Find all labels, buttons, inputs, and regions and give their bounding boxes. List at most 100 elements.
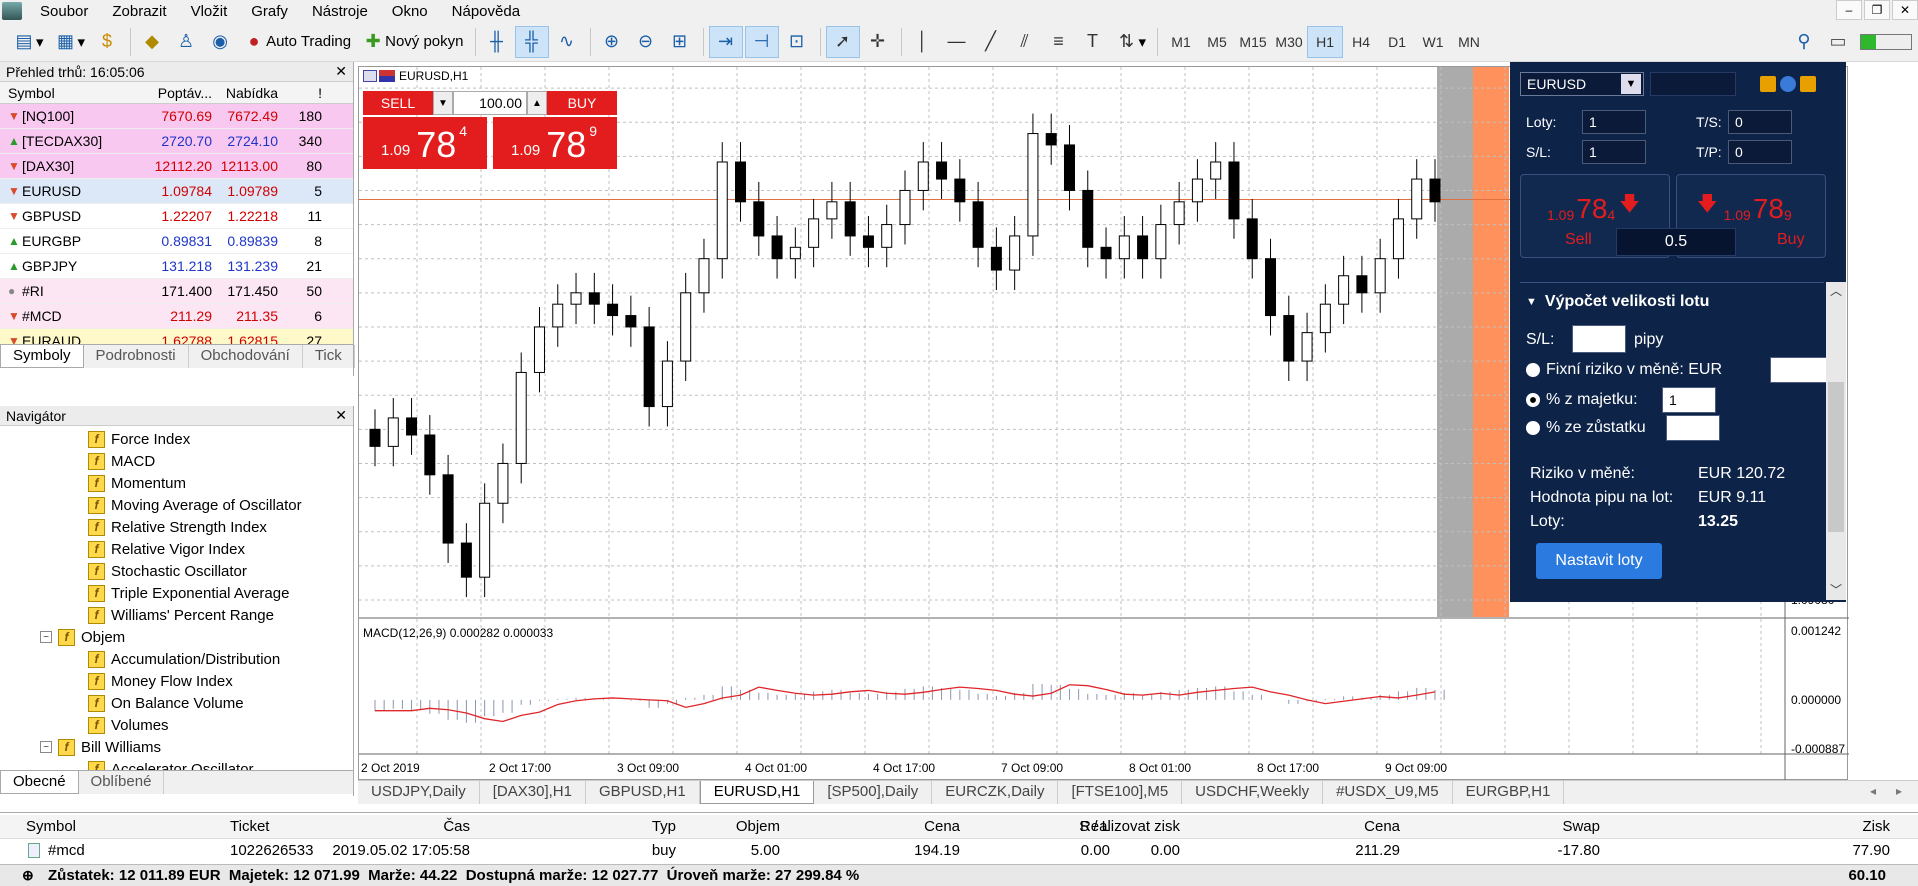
tp-gear-icon[interactable] [1780,76,1796,92]
market-watch-row[interactable]: ▼ #MCD 211.29 211.35 6 [0,304,353,329]
tp-pct-equity-radio[interactable] [1526,393,1540,407]
market-watch-row[interactable]: ▲ EURGBP 0.89831 0.89839 8 [0,229,353,254]
tf-m15[interactable]: M15 [1235,26,1271,58]
tf-d1[interactable]: D1 [1379,26,1415,58]
terminal-col-header[interactable]: Zisk [1863,818,1891,835]
navigator-item[interactable]: f Stochastic Oscillator [0,560,353,582]
terminal-button[interactable]: ♙ [170,26,202,58]
terminal-col-header[interactable]: Cena [1364,818,1400,835]
chart-shift-button[interactable]: ⊣ [744,25,779,58]
line-chart-button[interactable]: ∿ [551,26,583,58]
indicators-button[interactable]: ⊡ [781,26,813,58]
col-spread[interactable]: ! [278,85,326,101]
one-click-buy-button[interactable]: BUY [547,91,617,115]
navigator-item[interactable]: f Relative Strength Index [0,516,353,538]
menu-view[interactable]: Zobrazit [100,3,178,20]
trendline-button[interactable]: ╱ [975,26,1007,58]
navigator-item[interactable]: f Volumes [0,714,353,736]
tp-scrollbar[interactable]: ︿ ﹀ [1826,282,1846,600]
tf-mn[interactable]: MN [1451,26,1487,58]
chart-tab[interactable]: USDCHF,Weekly [1182,781,1324,804]
auto-scroll-button[interactable]: ⇥ [708,25,743,58]
terminal-col-header[interactable]: Swap [1562,818,1600,835]
vertical-line-button[interactable]: │ [907,26,939,58]
tab-favorites[interactable]: Oblíbené [79,771,165,794]
crosshair-button[interactable]: ✛ [862,26,894,58]
navigator-item[interactable]: f Accumulation/Distribution [0,648,353,670]
terminal-col-header[interactable]: Objem [736,818,780,835]
candlestick-button[interactable]: ╬ [514,25,549,58]
arrows-button[interactable]: ⇅ ▾ [1111,26,1151,58]
market-watch-row[interactable]: ▼ EURAUD 1.62788 1.62815 27 [0,329,353,344]
navigator-item[interactable]: f Money Flow Index [0,670,353,692]
col-ask[interactable]: Nabídka [212,85,278,101]
tp-tp-input[interactable]: 0 [1728,140,1792,164]
scroll-down-icon[interactable]: ﹀ [1826,581,1846,598]
sell-price-button[interactable]: 1.09 78 4 [363,117,487,169]
navigator-item[interactable]: f Accelerator Oscillator [0,758,353,770]
lot-down-button[interactable]: ▼ [433,91,453,115]
terminal-col-header[interactable]: Cena [924,818,960,835]
tp-pct-balance-input[interactable] [1666,415,1720,441]
navigator-item[interactable]: − f Bill Williams [0,736,353,758]
tf-h4[interactable]: H4 [1343,26,1379,58]
menu-window[interactable]: Okno [380,3,440,20]
market-watch-row[interactable]: ▼ [NQ100] 7670.69 7672.49 180 [0,104,353,129]
minimize-icon[interactable]: – [1836,0,1862,20]
tf-h1[interactable]: H1 [1307,25,1344,58]
menu-insert[interactable]: Vložit [179,3,240,20]
market-watch-row[interactable]: ● #RI 171.400 171.450 50 [0,279,353,304]
close-icon[interactable]: ✕ [335,63,347,80]
tp-expand-icon[interactable] [1800,76,1816,92]
market-watch-row[interactable]: ▼ [DAX30] 12112.20 12113.00 80 [0,154,353,179]
navigator-button[interactable]: ◆ [136,26,168,58]
navigator-item[interactable]: f MACD [0,450,353,472]
one-click-sell-button[interactable]: SELL [363,91,433,115]
navigator-item[interactable]: f Relative Vigor Index [0,538,353,560]
tf-m1[interactable]: M1 [1163,26,1199,58]
new-order-button[interactable]: ✚ Nový pokyn [357,26,467,58]
tab-trading[interactable]: Obchodování [189,345,303,368]
equidistant-channel-button[interactable]: ⫽ [1009,26,1041,58]
scroll-up-icon[interactable]: ︿ [1826,282,1846,302]
chart-tab[interactable]: [SP500],Daily [814,781,933,804]
navigator-item[interactable]: f Moving Average of Oscillator [0,494,353,516]
tp-fixed-risk-radio[interactable] [1526,363,1540,377]
close-icon[interactable]: ✕ [1892,0,1918,20]
restore-icon[interactable]: ❐ [1864,0,1890,20]
menu-file[interactable]: Soubor [28,3,100,20]
tp-sl-input[interactable]: 1 [1582,140,1646,164]
tree-collapse-icon[interactable]: − [40,631,52,643]
buy-price-button[interactable]: 1.09 78 9 [493,117,617,169]
chart-tab[interactable]: EURCZK,Daily [932,781,1059,804]
tp-pct-equity-input[interactable]: 1 [1662,387,1716,413]
market-watch-row[interactable]: ▲ GBPJPY 131.218 131.239 21 [0,254,353,279]
navigator-item[interactable]: f On Balance Volume [0,692,353,714]
navigator-item[interactable]: f Momentum [0,472,353,494]
search-button[interactable]: ⚲ [1788,26,1820,58]
chart-tab[interactable]: EURGBP,H1 [1453,781,1565,804]
chart-tab[interactable]: EURUSD,H1 [699,781,815,804]
navigator-item[interactable]: f Force Index [0,428,353,450]
tf-m30[interactable]: M30 [1271,26,1307,58]
chat-button[interactable]: ▭ [1822,26,1854,58]
auto-trading-button[interactable]: ● Auto Trading [238,26,355,58]
lot-input[interactable]: 100.00 [453,91,527,115]
terminal-col-header[interactable]: Čas [443,818,470,835]
tree-collapse-icon[interactable]: − [40,741,52,753]
navigator-item[interactable]: f Williams' Percent Range [0,604,353,626]
tab-general[interactable]: Obecné [0,771,79,794]
chart-tab[interactable]: [FTSE100],M5 [1058,781,1183,804]
navigator-item[interactable]: f Triple Exponential Average [0,582,353,604]
tp-symbol-select[interactable]: EURUSD ▼ [1520,72,1644,96]
terminal-col-header[interactable]: Symbol [26,818,76,835]
col-symbol[interactable]: Symbol [0,85,150,101]
terminal-col-header[interactable]: Typ [652,818,676,835]
new-chart-button[interactable]: ▤ ▾ [8,26,48,58]
tp-set-lots-button[interactable]: Nastavit loty [1536,543,1662,579]
tf-w1[interactable]: W1 [1415,26,1451,58]
tp-lots-input[interactable]: 1 [1582,110,1646,134]
tp-sl-pips-input[interactable] [1572,325,1626,353]
tp-pct-balance-radio[interactable] [1526,421,1540,435]
zoom-out-button[interactable]: ⊖ [630,26,662,58]
